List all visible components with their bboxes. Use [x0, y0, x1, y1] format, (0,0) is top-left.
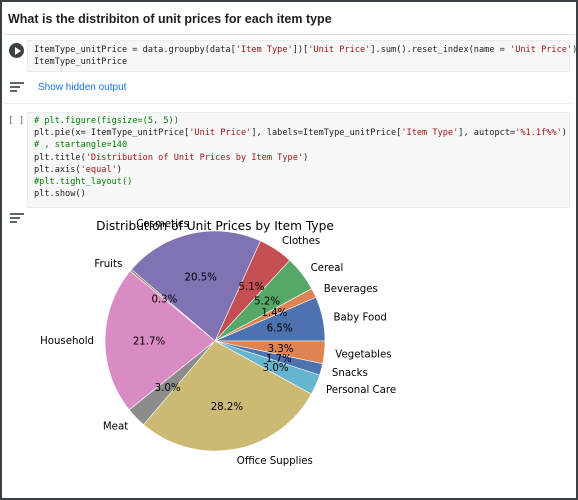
code-line: plt.axis('equal')	[34, 164, 122, 175]
show-hidden-output-link[interactable]: Show hidden output	[38, 82, 126, 93]
slice-percent-label: 3.0%	[155, 383, 181, 394]
slice-percent-label: 1.4%	[261, 308, 287, 319]
pie-chart: Distribution of Unit Prices by Item Type…	[40, 219, 396, 467]
heading-divider	[4, 34, 574, 35]
slice-category-label: Meat	[103, 421, 128, 432]
output-toggle-icon[interactable]	[10, 82, 24, 92]
code-line: plt.show()	[34, 189, 86, 200]
slice-percent-label: 0.3%	[151, 295, 177, 306]
slice-percent-label: 3.3%	[268, 344, 294, 355]
slice-category-label: Personal Care	[326, 385, 396, 396]
cell-execution-count: [ ]	[8, 116, 25, 126]
slice-category-label: Beverages	[324, 284, 378, 295]
cell-divider	[4, 103, 574, 104]
slice-percent-label: 1.7%	[266, 354, 292, 365]
run-cell-icon[interactable]	[9, 43, 24, 58]
code-line: ItemType_unitPrice = data.groupby(data['…	[34, 45, 578, 55]
slice-percent-label: 6.5%	[267, 324, 293, 335]
slice-percent-label: 21.7%	[133, 337, 166, 348]
code-line: # plt.figure(figsize=(5, 5))	[34, 116, 179, 126]
slice-category-label: Baby Food	[334, 312, 387, 323]
code-line: # , startangle=140	[34, 140, 128, 151]
slice-percent-label: 28.2%	[211, 402, 244, 413]
code-cell-1-source[interactable]: ItemType_unitPrice = data.groupby(data['…	[34, 44, 577, 68]
slice-percent-label: 5.2%	[254, 297, 280, 308]
slice-category-label: Clothes	[282, 236, 320, 247]
slice-category-label: Household	[40, 336, 94, 347]
slice-category-label: Vegetables	[335, 350, 391, 361]
slice-category-label: Cereal	[311, 263, 344, 274]
code-line: plt.pie(x= ItemType_unitPrice['Unit Pric…	[34, 128, 567, 139]
slice-category-label: Fruits	[94, 259, 122, 270]
notebook-frame: What is the distribiton of unit prices f…	[0, 0, 578, 500]
slice-category-label: Cosmetics	[136, 219, 189, 230]
slice-category-label: Snacks	[332, 368, 368, 379]
slice-percent-label: 20.5%	[185, 273, 218, 284]
code-cell-2-source[interactable]: # plt.figure(figsize=(5, 5)) plt.pie(x= I…	[34, 115, 567, 200]
slice-percent-label: 5.1%	[239, 282, 265, 293]
code-line: ItemType_unitPrice	[34, 57, 128, 68]
slice-category-label: Office Supplies	[237, 456, 313, 467]
code-line: plt.title('Distribution of Unit Prices b…	[34, 152, 309, 163]
markdown-heading: What is the distribiton of unit prices f…	[8, 12, 332, 26]
code-line: #plt.tight_layout()	[34, 176, 133, 187]
